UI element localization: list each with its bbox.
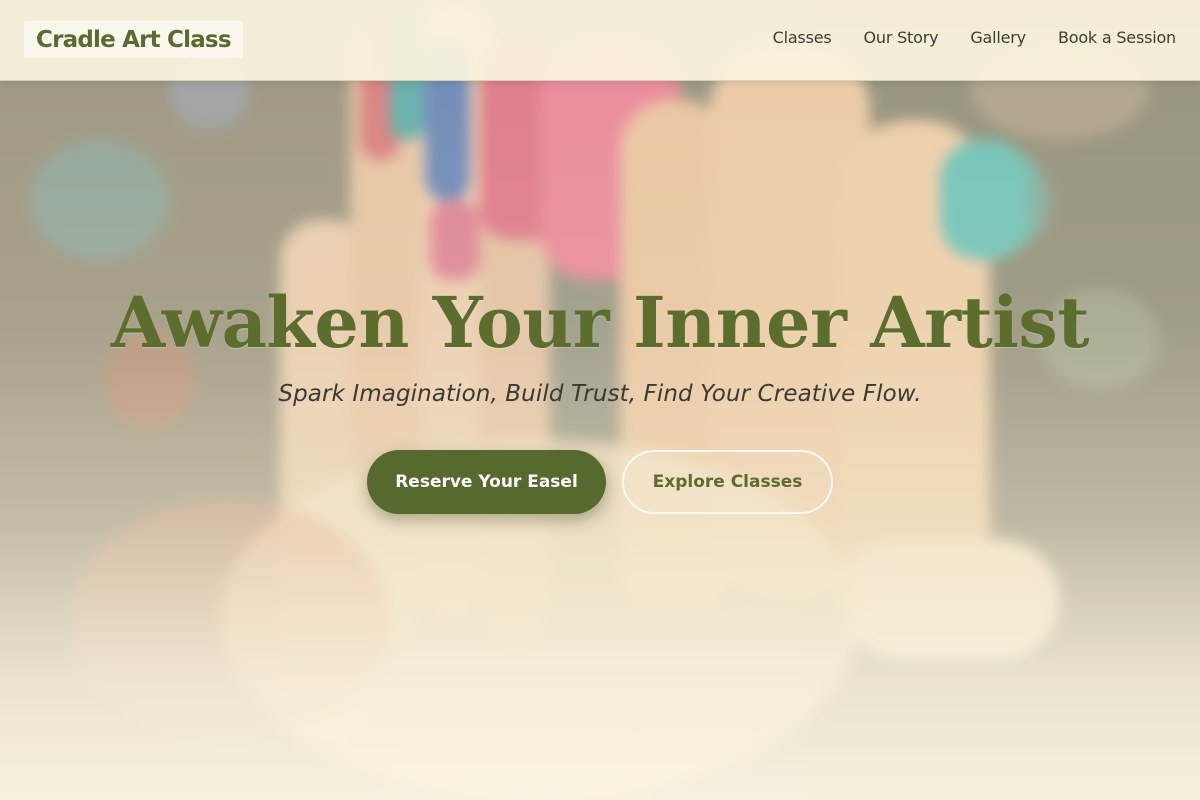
hero-subtitle: Spark Imagination, Build Trust, Find You… <box>278 381 922 407</box>
hero-content: Awaken Your Inner Artist Spark Imaginati… <box>0 278 1200 514</box>
nav-our-story[interactable]: Our Story <box>863 28 938 47</box>
hero-cta-group: Reserve Your Easel Explore Classes <box>0 450 1200 514</box>
main-nav: Classes Our Story Gallery Book a Session <box>773 28 1177 47</box>
nav-classes[interactable]: Classes <box>773 28 832 47</box>
explore-classes-button[interactable]: Explore Classes <box>622 450 833 514</box>
nav-book-a-session[interactable]: Book a Session <box>1058 28 1176 47</box>
nav-gallery[interactable]: Gallery <box>970 28 1026 47</box>
reserve-easel-button[interactable]: Reserve Your Easel <box>367 450 606 514</box>
site-header: Cradle Art Class Classes Our Story Galle… <box>0 0 1200 81</box>
brand-logo[interactable]: Cradle Art Class <box>24 21 243 58</box>
hero-title: Awaken Your Inner Artist <box>110 281 1090 364</box>
